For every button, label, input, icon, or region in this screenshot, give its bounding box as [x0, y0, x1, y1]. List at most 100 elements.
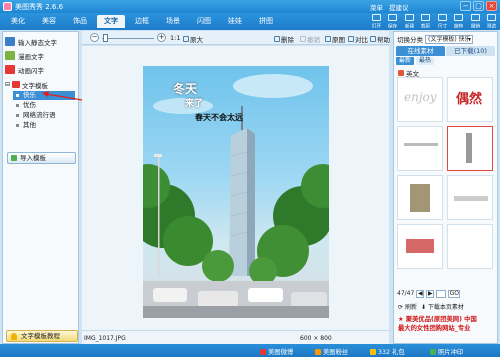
- resize-button[interactable]: 尺寸: [434, 13, 451, 30]
- prev-page-button[interactable]: ◀: [416, 289, 425, 298]
- sparkle-text-icon: [5, 65, 15, 74]
- feedback-link[interactable]: 提建议: [389, 2, 409, 12]
- template-tutorial-button[interactable]: 文字模板教程: [6, 330, 78, 342]
- image-dimensions: 600 × 800: [300, 335, 332, 342]
- original-size-button[interactable]: 原大: [183, 34, 203, 44]
- zoom-slider-track[interactable]: [102, 38, 154, 39]
- material-thumb-1[interactable]: enjoy: [397, 77, 443, 122]
- minimize-button[interactable]: −: [460, 1, 471, 11]
- tab-doll[interactable]: 娃娃: [221, 15, 249, 28]
- sort-newest[interactable]: 最新: [396, 57, 415, 65]
- top-links: 菜单 提建议: [370, 2, 409, 12]
- save-icon: [388, 14, 398, 21]
- material-thumb-7[interactable]: [397, 224, 443, 269]
- menu-link[interactable]: 菜单: [370, 2, 383, 12]
- crop-button[interactable]: 裁剪: [418, 13, 435, 30]
- tab-flash[interactable]: 闪图: [190, 15, 218, 28]
- tab-scene[interactable]: 场景: [159, 15, 187, 28]
- right-panel: 切换分类 (文字模板) 快乐 在线素材 已下载(10) 最新 最热 英文 enj…: [393, 31, 498, 344]
- material-thumb-8[interactable]: [447, 224, 493, 269]
- meitu-fans-link[interactable]: 美图粉丝: [315, 347, 348, 356]
- tab-beauty[interactable]: 美容: [35, 15, 63, 28]
- next-page-button[interactable]: ▶: [426, 289, 435, 298]
- material-thumb-5[interactable]: [397, 175, 443, 220]
- material-thumb-3[interactable]: [397, 126, 443, 171]
- compare-button[interactable]: 对比: [348, 34, 368, 44]
- app-logo-icon: [3, 2, 12, 11]
- photo-scene: · · · · ·: [143, 74, 329, 318]
- material-thumb-4[interactable]: [447, 126, 493, 171]
- photo-canvas[interactable]: · · · · · 冬天 来了 春天不会太远: [143, 66, 329, 318]
- import-template-button[interactable]: 导入模板: [7, 152, 76, 164]
- crop-icon: [421, 14, 431, 21]
- compare-icon: [348, 36, 354, 42]
- save-button[interactable]: 保存: [385, 13, 402, 30]
- zoom-in-button[interactable]: +: [157, 33, 166, 42]
- original-image-button[interactable]: 原图: [325, 34, 345, 44]
- bullet-icon: [16, 94, 19, 97]
- material-tabs: 在线素材 已下载(10): [396, 46, 495, 56]
- gift-pack-link[interactable]: 332 礼包: [370, 347, 405, 356]
- text-t-icon: [5, 37, 15, 46]
- help-button[interactable]: 帮助: [370, 34, 390, 44]
- photo-print-link[interactable]: 照片冲印: [430, 347, 463, 356]
- tab-online-material[interactable]: 在线素材: [396, 46, 445, 56]
- download-page-button[interactable]: ⬇ 下载本页素材: [421, 302, 464, 311]
- delete-button[interactable]: 删除: [274, 34, 294, 44]
- lightbulb-icon: [11, 333, 17, 340]
- material-thumb-2[interactable]: 偶然: [447, 77, 493, 122]
- folder-icon: [398, 70, 404, 76]
- page-number-input[interactable]: [436, 289, 447, 298]
- original-size-icon: [183, 36, 189, 42]
- page-indicator: 47/47: [397, 290, 415, 297]
- meitu-weibo-link[interactable]: 美图微博: [260, 347, 293, 356]
- overlay-text-spring[interactable]: 春天不会太远: [195, 112, 243, 123]
- template-tree-header[interactable]: ⊟ 文字模板: [5, 79, 77, 90]
- file-toolbar: 打开 保存 新建 裁剪 尺寸 旋转 撤销 预览: [368, 13, 500, 30]
- bullet-icon: [16, 114, 19, 117]
- comic-text-item[interactable]: 漫画文字: [5, 50, 44, 61]
- material-actions: ⟳ 刷新 ⬇ 下载本页素材: [398, 302, 464, 311]
- open-button[interactable]: 打开: [368, 13, 385, 30]
- maximize-button[interactable]: □: [473, 1, 484, 11]
- animated-text-item[interactable]: 动画闪字: [5, 64, 44, 75]
- tab-accessories[interactable]: 饰品: [66, 15, 94, 28]
- sort-hottest[interactable]: 最热: [416, 57, 435, 65]
- zoom-out-button[interactable]: −: [90, 33, 99, 42]
- tab-beautify[interactable]: 美化: [4, 15, 32, 28]
- overlay-text-came[interactable]: 来了: [185, 96, 203, 109]
- template-icon: [12, 81, 21, 88]
- speech-bubble-icon: [5, 51, 15, 60]
- tab-text[interactable]: 文字: [97, 15, 125, 28]
- material-thumb-6[interactable]: [447, 175, 493, 220]
- fans-icon: [315, 348, 321, 355]
- bullet-icon: [16, 104, 19, 107]
- undo-toolbar-button[interactable]: 撤销: [467, 13, 484, 30]
- app-title: 美图秀秀 2.6.6: [15, 3, 64, 11]
- preview-button[interactable]: 预览: [484, 13, 500, 30]
- new-button[interactable]: 新建: [401, 13, 418, 30]
- ad-banner[interactable]: ★ 聚美优品(原团美网) 中国 最大的女性团购网站_专业: [398, 316, 496, 333]
- template-item-other[interactable]: 其他: [13, 121, 75, 130]
- template-item-internet-slang[interactable]: 网络流行语: [13, 111, 75, 120]
- folder-icon: [371, 14, 381, 21]
- zoom-slider-thumb[interactable]: [103, 34, 108, 42]
- static-text-item[interactable]: 输入静态文字: [5, 36, 57, 47]
- close-button[interactable]: ×: [486, 1, 497, 11]
- refresh-button[interactable]: ⟳ 刷新: [398, 302, 417, 311]
- image-icon: [325, 36, 331, 42]
- undo-button[interactable]: 撤销: [300, 34, 320, 44]
- tab-frame[interactable]: 边框: [128, 15, 156, 28]
- title-bar: 美图秀秀 2.6.6 菜单 提建议 − □ ×: [0, 0, 500, 13]
- go-button[interactable]: GO: [448, 289, 461, 298]
- pager: 47/47 ◀ ▶ GO: [397, 288, 497, 299]
- tree-collapse-icon[interactable]: ⊟: [5, 81, 10, 88]
- help-icon: [370, 36, 376, 42]
- zoom-1to1-button[interactable]: 1:1: [170, 34, 180, 42]
- category-select[interactable]: (文字模板) 快乐: [425, 34, 473, 44]
- tab-collage[interactable]: 拼图: [252, 15, 280, 28]
- overlay-text-winter[interactable]: 冬天: [173, 80, 197, 97]
- tab-downloaded[interactable]: 已下载(10): [446, 46, 495, 56]
- rotate-button[interactable]: 旋转: [451, 13, 468, 30]
- window-controls: − □ ×: [460, 1, 497, 11]
